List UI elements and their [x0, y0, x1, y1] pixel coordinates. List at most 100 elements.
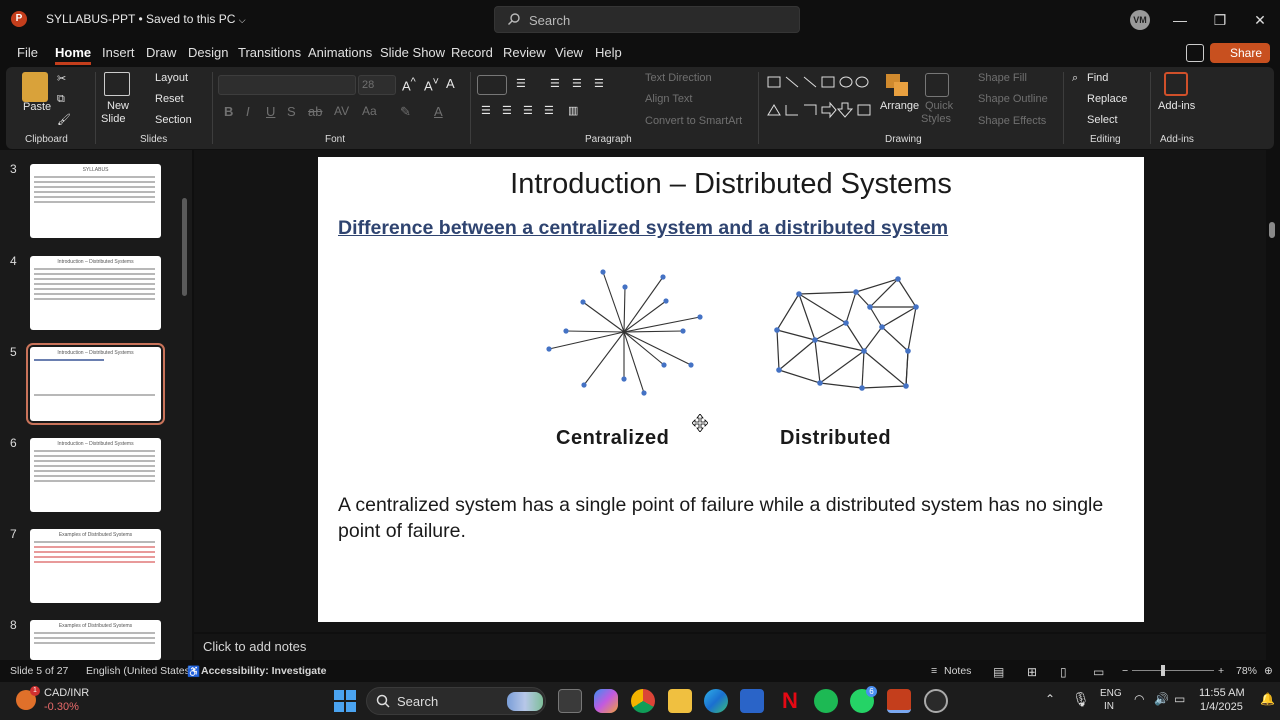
tab-transitions[interactable]: Transitions — [238, 45, 301, 60]
new-slide-icon[interactable] — [104, 72, 130, 96]
columns-icon[interactable]: ▥ — [568, 104, 578, 117]
tab-slide-show[interactable]: Slide Show — [380, 45, 445, 60]
arrange-button[interactable]: Arrange — [880, 100, 919, 112]
taskbar-search[interactable]: Search — [366, 687, 546, 715]
font-size-select[interactable]: 28 — [358, 75, 396, 95]
layout-button[interactable]: Layout — [155, 72, 188, 84]
slide-thumbnail[interactable]: SYLLABUS — [30, 164, 161, 238]
slide-subtitle[interactable]: Difference between a centralized system … — [338, 217, 948, 240]
tab-file[interactable]: File — [17, 45, 38, 60]
thumbnail-scrollbar[interactable] — [182, 198, 187, 296]
centralized-label[interactable]: Centralized — [556, 427, 669, 450]
select-button[interactable]: Select — [1087, 114, 1118, 126]
chrome-icon[interactable] — [631, 689, 655, 713]
obs-icon[interactable] — [924, 689, 948, 713]
arrange-icon[interactable] — [884, 72, 910, 98]
tab-draw[interactable]: Draw — [146, 45, 176, 60]
paste-icon[interactable] — [22, 72, 48, 102]
align-right-icon[interactable]: ☰ — [523, 104, 533, 117]
battery-icon[interactable]: ▭ — [1174, 692, 1185, 706]
convert-smartart-button[interactable]: Convert to SmartArt — [645, 115, 742, 127]
slide-thumbnail[interactable]: Examples of Distributed Systems — [30, 620, 161, 660]
shapes-gallery[interactable] — [766, 75, 876, 125]
netflix-icon[interactable]: N — [778, 689, 802, 713]
slide-thumbnail[interactable]: Introduction – Distributed Systems — [30, 438, 161, 512]
tab-insert[interactable]: Insert — [102, 45, 135, 60]
replace-button[interactable]: Replace — [1087, 93, 1127, 105]
copy-icon[interactable]: ⧉ — [57, 93, 65, 106]
copilot-icon[interactable] — [594, 689, 618, 713]
highlight-icon[interactable]: ✎ — [400, 104, 411, 120]
find-button[interactable]: Find — [1087, 72, 1108, 84]
slide[interactable]: Introduction – Distributed Systems Diffe… — [318, 157, 1144, 622]
cut-icon[interactable]: ✂ — [57, 72, 66, 85]
close-icon[interactable]: ✕ — [1245, 8, 1275, 32]
font-color-icon[interactable]: A — [434, 104, 443, 119]
line-spacing-icon[interactable]: ☰ — [594, 77, 604, 90]
store-icon[interactable] — [740, 689, 764, 713]
stock-name[interactable]: CAD/INR — [44, 687, 89, 699]
clear-format-icon[interactable]: A — [446, 76, 455, 91]
tab-help[interactable]: Help — [595, 45, 622, 60]
distributed-label[interactable]: Distributed — [780, 427, 891, 450]
grow-font-icon[interactable]: A^ — [402, 76, 416, 93]
zoom-in-icon[interactable]: + — [1218, 665, 1224, 677]
shape-effects-button[interactable]: Shape Effects — [978, 115, 1046, 127]
section-button[interactable]: Section — [155, 114, 192, 126]
slide-thumbnail[interactable]: Introduction – Distributed Systems — [30, 256, 161, 330]
volume-icon[interactable]: 🔊 — [1154, 692, 1169, 706]
notification-bell-icon[interactable]: 🔔 — [1260, 692, 1275, 706]
change-case-icon[interactable]: Aa — [362, 104, 377, 118]
zoom-out-icon[interactable]: − — [1122, 665, 1128, 677]
increase-indent-icon[interactable]: ☰ — [572, 77, 582, 90]
add-ins-button[interactable]: Add-ins — [1158, 100, 1195, 112]
shrink-font-icon[interactable]: A˅ — [424, 76, 439, 93]
quick-styles-icon[interactable] — [925, 73, 949, 97]
fit-slide-icon[interactable]: ⊕ — [1264, 665, 1273, 677]
slide-body-text[interactable]: A centralized system has a single point … — [338, 492, 1128, 544]
slide-thumbnail[interactable]: Examples of Distributed Systems — [30, 529, 161, 603]
share-button[interactable]: Share ⌵ — [1210, 43, 1270, 80]
shape-outline-button[interactable]: Shape Outline — [978, 93, 1048, 105]
slide-thumbnail-selected[interactable]: Introduction – Distributed Systems — [26, 343, 165, 425]
tab-design[interactable]: Design — [188, 45, 228, 60]
notes-pane[interactable]: Click to add notes — [194, 634, 1266, 660]
document-title[interactable]: SYLLABUS-PPT • Saved to this PC ⌵ — [46, 12, 246, 26]
tab-view[interactable]: View — [555, 45, 583, 60]
bullets-icon[interactable] — [477, 75, 507, 95]
tab-review[interactable]: Review — [503, 45, 546, 60]
numbering-icon[interactable]: ☰ — [516, 77, 526, 90]
language-code[interactable]: ENG — [1100, 688, 1122, 699]
powerpoint-taskbar-icon[interactable] — [887, 689, 911, 713]
underline-button[interactable]: U — [266, 104, 275, 119]
strikethrough-icon[interactable]: ab — [308, 104, 322, 119]
new-slide-button[interactable]: New — [107, 100, 129, 112]
quick-styles-button[interactable]: Quick — [925, 100, 953, 112]
quick-styles-button-line2[interactable]: Styles — [921, 113, 951, 125]
align-center-icon[interactable]: ☰ — [502, 104, 512, 117]
edge-icon[interactable] — [704, 689, 728, 713]
task-view-icon[interactable] — [558, 689, 582, 713]
wifi-icon[interactable]: ◠ — [1134, 692, 1144, 706]
char-spacing-icon[interactable]: AV — [334, 104, 349, 118]
windows-start-icon[interactable] — [334, 690, 356, 712]
normal-view-icon[interactable]: ▤ — [993, 665, 1004, 679]
microphone-icon[interactable]: 🎙 — [1072, 691, 1090, 708]
zoom-slider[interactable] — [1132, 670, 1214, 671]
language-indicator[interactable]: English (United States) — [86, 665, 193, 677]
align-text-button[interactable]: Align Text — [645, 93, 693, 105]
reading-view-icon[interactable]: ▯ — [1060, 665, 1067, 679]
font-family-select[interactable] — [218, 75, 356, 95]
chevron-up-icon[interactable]: ⌃ — [1045, 692, 1055, 706]
reset-button[interactable]: Reset — [155, 93, 184, 105]
justify-icon[interactable]: ☰ — [544, 104, 554, 117]
text-direction-button[interactable]: Text Direction — [645, 72, 712, 84]
slide-sorter-icon[interactable]: ⊞ — [1027, 665, 1037, 679]
zoom-level[interactable]: 78% — [1236, 665, 1257, 677]
accessibility-status[interactable]: Accessibility: Investigate — [201, 665, 326, 677]
file-explorer-icon[interactable] — [668, 689, 692, 713]
paste-button[interactable]: Paste — [23, 101, 51, 113]
tab-animations[interactable]: Animations — [308, 45, 372, 60]
slide-show-icon[interactable]: ▭ — [1093, 665, 1104, 679]
search-box[interactable]: Search — [494, 6, 800, 33]
